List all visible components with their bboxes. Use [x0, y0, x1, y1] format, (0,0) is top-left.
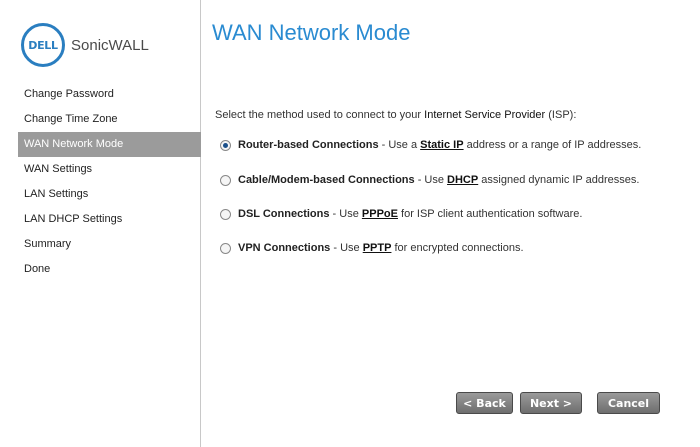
product-name: SonicWALL: [71, 36, 149, 54]
radio-dsl[interactable]: [220, 208, 231, 220]
option-desc-post: for encrypted connections.: [391, 242, 524, 254]
option-label[interactable]: VPN Connections: [238, 242, 330, 254]
option-desc-pre: - Use a: [378, 139, 421, 151]
sidebar-item-lan-settings[interactable]: LAN Settings: [18, 182, 201, 207]
option-label[interactable]: DSL Connections: [238, 208, 329, 220]
option-desc-post: for ISP client authentication software.: [397, 208, 583, 220]
sidebar-item-wan-network-mode[interactable]: WAN Network Mode: [18, 132, 201, 157]
pptp-link[interactable]: PPTP: [363, 242, 392, 254]
option-dsl[interactable]: DSL Connections - Use PPPoE for ISP clie…: [220, 208, 582, 220]
instruction-text: Select the method used to connect to you…: [215, 109, 576, 121]
wizard-steps-nav: Change Password Change Time Zone WAN Net…: [18, 82, 201, 282]
instruction-prefix: Select the method used to connect to you…: [215, 109, 425, 121]
main-panel: WAN Network Mode Select the method used …: [201, 0, 700, 447]
back-button[interactable]: < Back: [456, 392, 513, 414]
sidebar-item-lan-dhcp-settings[interactable]: LAN DHCP Settings: [18, 207, 201, 232]
cancel-button[interactable]: Cancel: [597, 392, 660, 414]
option-label[interactable]: Router-based Connections: [238, 139, 379, 151]
sidebar-item-wan-settings[interactable]: WAN Settings: [18, 157, 201, 182]
static-ip-link[interactable]: Static IP: [420, 139, 463, 151]
option-desc-post: address or a range of IP addresses.: [463, 139, 642, 151]
radio-vpn[interactable]: [220, 242, 231, 254]
instruction-suffix: (ISP):: [545, 109, 577, 121]
option-desc-pre: - Use: [330, 242, 363, 254]
sidebar: DELL SonicWALL Change Password Change Ti…: [0, 0, 201, 447]
dhcp-link[interactable]: DHCP: [447, 174, 478, 186]
radio-cable-modem[interactable]: [220, 174, 231, 186]
pppoe-link[interactable]: PPPoE: [362, 208, 398, 220]
page-title: WAN Network Mode: [212, 20, 411, 45]
dell-logo-badge: DELL: [21, 23, 65, 67]
sidebar-item-change-time-zone[interactable]: Change Time Zone: [18, 107, 201, 132]
option-desc-pre: - Use: [414, 174, 448, 186]
sidebar-item-summary[interactable]: Summary: [18, 232, 201, 257]
logo: DELL SonicWALL: [21, 23, 149, 67]
option-cable-modem[interactable]: Cable/Modem-based Connections - Use DHCP…: [220, 174, 639, 186]
sidebar-item-change-password[interactable]: Change Password: [18, 82, 201, 107]
option-router-based[interactable]: Router-based Connections - Use a Static …: [220, 139, 641, 151]
option-vpn[interactable]: VPN Connections - Use PPTP for encrypted…: [220, 242, 524, 254]
sidebar-item-done[interactable]: Done: [18, 257, 201, 282]
option-label[interactable]: Cable/Modem-based Connections: [238, 174, 415, 186]
option-desc-pre: - Use: [329, 208, 362, 220]
option-desc-post: assigned dynamic IP addresses.: [478, 174, 640, 186]
instruction-emphasis: Internet Service Provider: [424, 109, 546, 121]
radio-router-based[interactable]: [220, 139, 231, 151]
next-button[interactable]: Next >: [520, 392, 582, 414]
